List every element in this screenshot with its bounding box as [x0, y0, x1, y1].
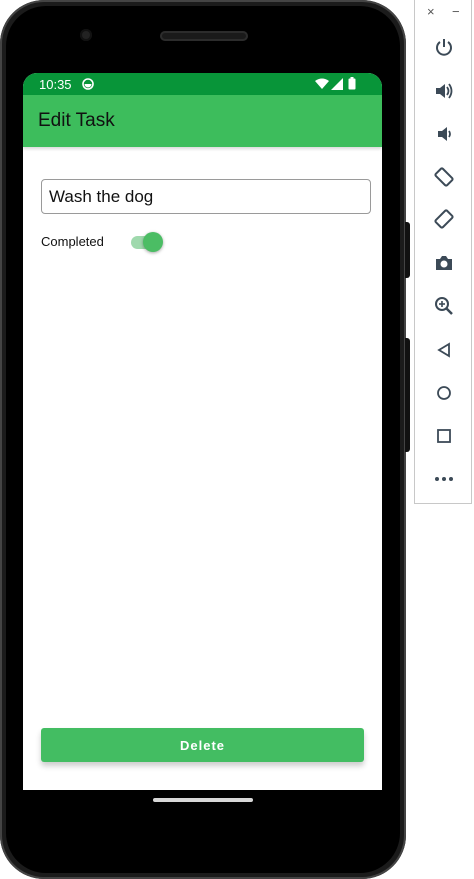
battery-icon — [348, 77, 356, 95]
close-icon[interactable]: × — [427, 4, 435, 19]
home-icon[interactable] — [431, 380, 457, 406]
switch-thumb — [143, 232, 163, 252]
rotate-left-icon[interactable] — [431, 164, 457, 190]
data-saver-icon — [82, 77, 94, 95]
emulator-toolbar: × − — [414, 0, 472, 504]
delete-button[interactable]: Delete — [41, 728, 364, 762]
completed-switch[interactable] — [131, 231, 163, 253]
volume-up-icon[interactable] — [431, 78, 457, 104]
app-bar: Edit Task — [23, 95, 382, 147]
cellular-signal-icon — [331, 77, 343, 95]
volume-down-icon[interactable] — [431, 121, 457, 147]
minimize-icon[interactable]: − — [452, 4, 460, 19]
zoom-icon[interactable] — [431, 293, 457, 319]
back-icon[interactable] — [431, 337, 457, 363]
earpiece-speaker — [160, 31, 248, 41]
more-icon[interactable] — [431, 466, 457, 492]
front-camera — [80, 29, 92, 41]
status-bar: 10:35 — [23, 73, 382, 95]
page-title: Edit Task — [38, 110, 115, 131]
volume-side-button — [405, 338, 410, 452]
task-name-input[interactable] — [41, 179, 371, 214]
rotate-right-icon[interactable] — [431, 206, 457, 232]
wifi-icon — [315, 77, 329, 95]
overview-icon[interactable] — [431, 423, 457, 449]
power-icon[interactable] — [431, 34, 457, 60]
status-time: 10:35 — [39, 77, 72, 92]
completed-label: Completed — [41, 234, 104, 249]
home-gesture-bar[interactable] — [153, 798, 253, 802]
power-side-button — [405, 222, 410, 278]
phone-screen: 10:35 Edit Task Completed Delete — [23, 73, 382, 790]
camera-icon[interactable] — [431, 250, 457, 276]
